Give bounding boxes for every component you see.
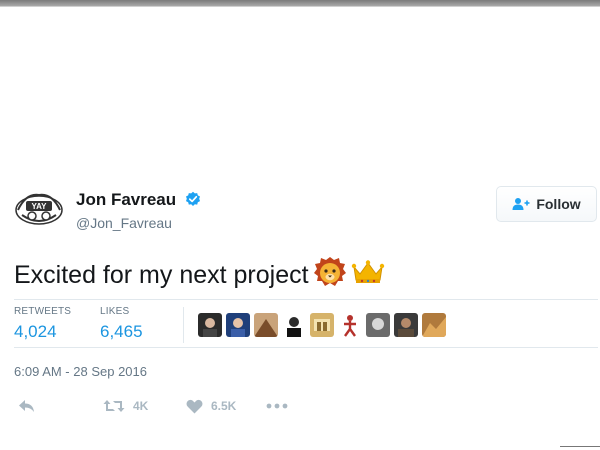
author-name-text: Jon Favreau: [76, 190, 177, 209]
liker-avatar[interactable]: [254, 313, 278, 337]
liker-avatar[interactable]: [422, 313, 446, 337]
retweets-label: RETWEETS: [14, 306, 72, 317]
bottom-edge-line: [560, 446, 600, 447]
lion-face-icon: [313, 256, 347, 295]
crown-icon: [351, 259, 385, 292]
retweet-icon: [103, 400, 125, 412]
more-button[interactable]: [266, 396, 288, 416]
follow-button-label: Follow: [536, 196, 581, 212]
liker-avatars: [198, 313, 446, 337]
stats-bottom-divider: [14, 347, 598, 348]
liker-avatar[interactable]: [366, 313, 390, 337]
stats-top-divider: [14, 299, 598, 300]
avatar-logo-icon: YAY: [15, 193, 63, 225]
liker-avatar[interactable]: [226, 313, 250, 337]
author-handle[interactable]: @Jon_Favreau: [76, 215, 172, 231]
avatar[interactable]: YAY: [14, 185, 64, 235]
tweet-card: YAY Jon Favreau @Jon_Favreau Follow Exci…: [0, 0, 600, 450]
likes-value: 6,465: [100, 322, 143, 341]
verified-badge-icon: [185, 191, 200, 206]
follow-button[interactable]: Follow: [496, 186, 597, 222]
retweets-value: 4,024: [14, 322, 57, 341]
stats-separator: [183, 307, 184, 343]
retweet-count: 4K: [133, 399, 149, 413]
add-user-icon: [512, 198, 530, 210]
tweet-text: Excited for my next project: [14, 256, 385, 295]
likes-label: LIKES: [100, 306, 130, 317]
liker-avatar[interactable]: [394, 313, 418, 337]
svg-text:YAY: YAY: [32, 202, 48, 211]
liker-avatar[interactable]: [338, 313, 362, 337]
reply-button[interactable]: [18, 396, 36, 416]
likes-stat[interactable]: LIKES 6,465: [100, 306, 143, 342]
liker-avatar[interactable]: [198, 313, 222, 337]
heart-icon: [186, 399, 203, 413]
liker-avatar[interactable]: [310, 313, 334, 337]
retweets-stat[interactable]: RETWEETS 4,024: [14, 306, 71, 342]
retweet-button[interactable]: 4K: [103, 396, 148, 416]
tweet-timestamp[interactable]: 6:09 AM - 28 Sep 2016: [14, 364, 147, 379]
author-name[interactable]: Jon Favreau: [76, 190, 201, 210]
more-icon: [266, 403, 288, 409]
tweet-text-content: Excited for my next project: [14, 261, 309, 289]
like-button[interactable]: 6.5K: [186, 396, 236, 416]
tweet-page: YAY Jon Favreau @Jon_Favreau Follow Exci…: [0, 0, 600, 450]
liker-avatar[interactable]: [282, 313, 306, 337]
reply-icon: [19, 400, 34, 412]
like-count: 6.5K: [211, 399, 237, 413]
